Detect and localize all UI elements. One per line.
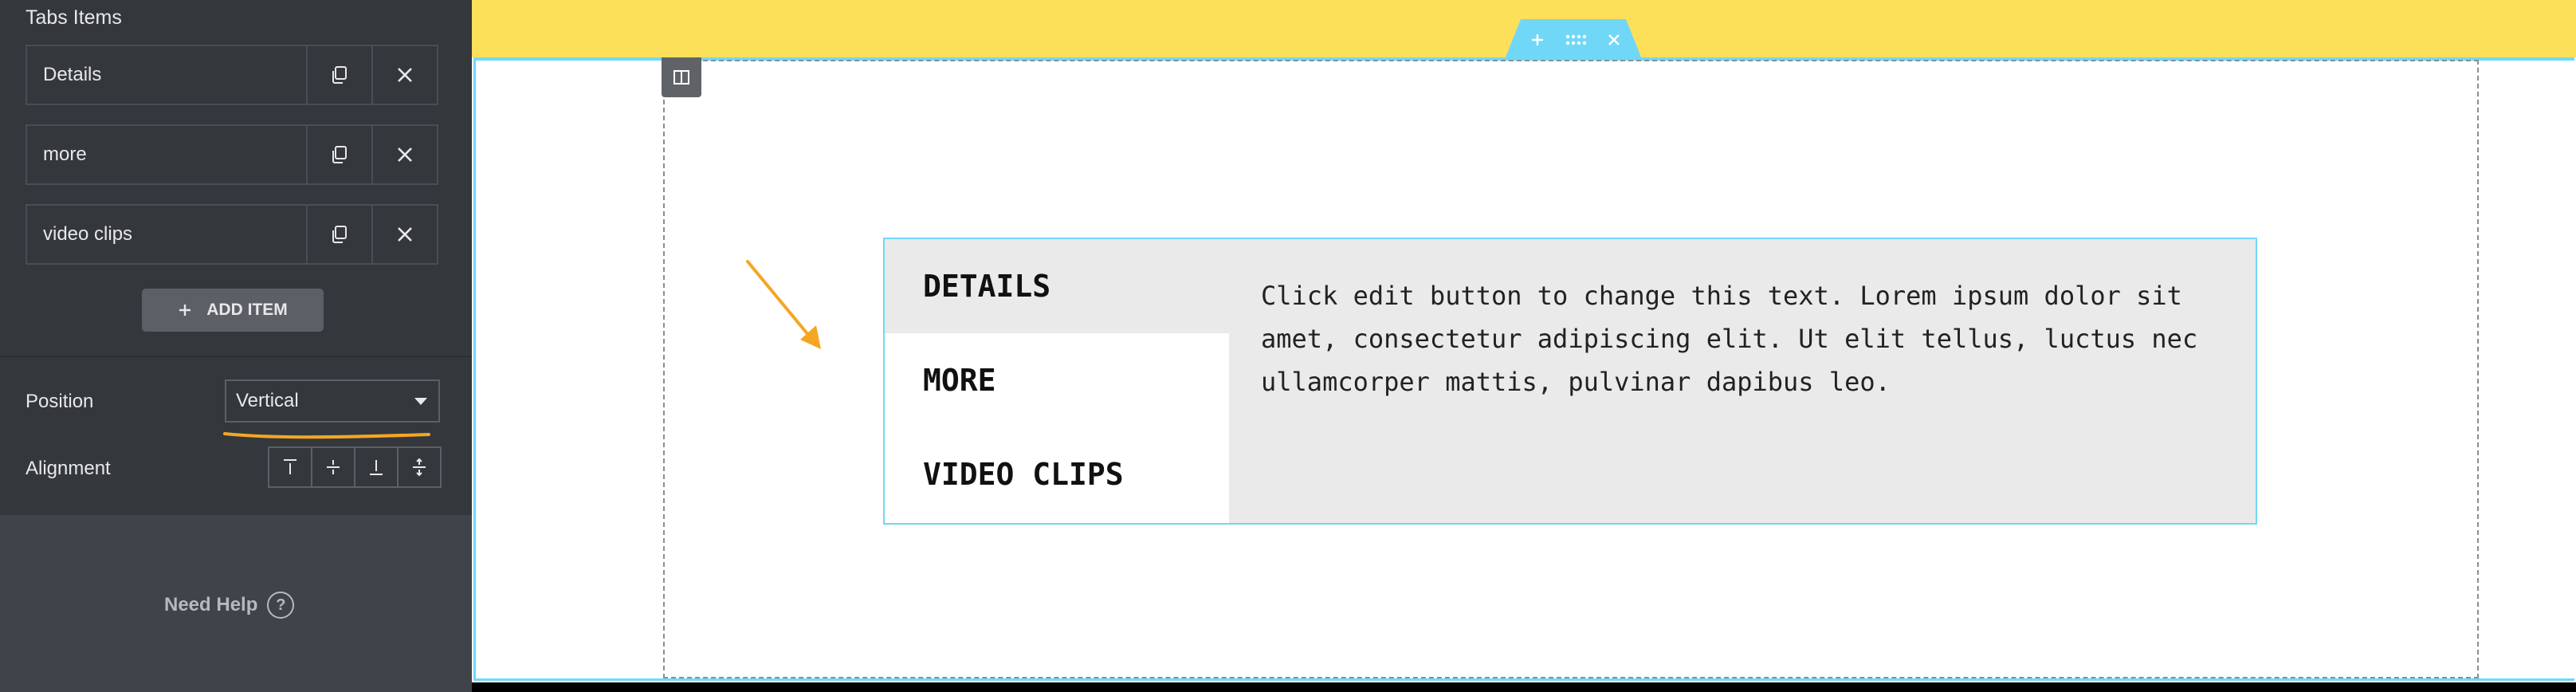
help-icon: ? bbox=[267, 592, 295, 619]
section-handle-tools bbox=[1520, 22, 1632, 57]
close-icon bbox=[398, 227, 412, 242]
close-icon bbox=[398, 68, 412, 82]
align-top-icon bbox=[284, 459, 296, 474]
caret-down-icon bbox=[414, 398, 427, 405]
tab-video-clips[interactable]: VIDEO CLIPS bbox=[885, 427, 1229, 521]
tabs-widget: DETAILS MORE VIDEO CLIPS Click edit butt… bbox=[883, 238, 2257, 525]
alignment-choices bbox=[268, 446, 442, 488]
align-stretch-icon bbox=[413, 458, 426, 477]
need-help-link[interactable]: Need Help ? bbox=[164, 592, 295, 619]
tab-details[interactable]: DETAILS bbox=[885, 239, 1229, 333]
add-item-label: ADD ITEM bbox=[206, 301, 288, 319]
align-bottom-icon bbox=[370, 460, 383, 475]
add-section-icon[interactable] bbox=[1530, 33, 1545, 47]
repeater-item-details[interactable]: Details bbox=[26, 45, 438, 105]
annotation-arrow bbox=[746, 260, 821, 349]
repeater-item-title[interactable]: more bbox=[27, 126, 308, 183]
align-middle-button[interactable] bbox=[312, 448, 355, 486]
align-middle-icon bbox=[327, 460, 340, 474]
duplicate-button[interactable] bbox=[308, 126, 373, 183]
plus-icon bbox=[179, 305, 191, 316]
position-select[interactable]: Vertical bbox=[225, 379, 440, 423]
remove-button[interactable] bbox=[373, 126, 437, 183]
bottom-bar bbox=[472, 682, 2576, 692]
delete-section-icon[interactable] bbox=[1607, 33, 1621, 47]
add-item-button[interactable]: ADD ITEM bbox=[142, 289, 324, 332]
editor-panel: Tabs Items Details more video clips ADD … bbox=[0, 0, 472, 692]
duplicate-icon bbox=[332, 226, 347, 243]
section-title: Tabs Items bbox=[26, 6, 122, 29]
duplicate-icon bbox=[332, 146, 347, 163]
tab-more[interactable]: MORE bbox=[885, 333, 1229, 427]
repeater-item-more[interactable]: more bbox=[26, 124, 438, 185]
need-help-label: Need Help bbox=[164, 594, 258, 615]
alignment-label: Alignment bbox=[26, 458, 111, 479]
position-label: Position bbox=[26, 391, 94, 412]
duplicate-button[interactable] bbox=[308, 206, 373, 263]
tab-content[interactable]: Click edit button to change this text. L… bbox=[1229, 239, 2256, 523]
close-icon bbox=[398, 147, 412, 162]
remove-button[interactable] bbox=[373, 46, 437, 104]
remove-button[interactable] bbox=[373, 206, 437, 263]
duplicate-button[interactable] bbox=[308, 46, 373, 104]
align-stretch-button[interactable] bbox=[399, 448, 440, 486]
repeater-item-title[interactable]: Details bbox=[27, 46, 308, 104]
annotation-underline bbox=[223, 432, 430, 439]
align-bottom-button[interactable] bbox=[355, 448, 399, 486]
repeater-item-title[interactable]: video clips bbox=[27, 206, 308, 263]
repeater-item-video-clips[interactable]: video clips bbox=[26, 204, 438, 265]
column-handle[interactable] bbox=[662, 57, 701, 97]
drag-handle-icon[interactable] bbox=[1565, 34, 1586, 45]
duplicate-icon bbox=[332, 66, 347, 84]
editor-canvas: DETAILS MORE VIDEO CLIPS Click edit butt… bbox=[472, 0, 2576, 682]
align-top-button[interactable] bbox=[269, 448, 312, 486]
position-select-value: Vertical bbox=[236, 390, 299, 411]
column-icon bbox=[673, 70, 689, 85]
divider bbox=[0, 356, 472, 357]
tab-list: DETAILS MORE VIDEO CLIPS bbox=[885, 239, 1229, 523]
